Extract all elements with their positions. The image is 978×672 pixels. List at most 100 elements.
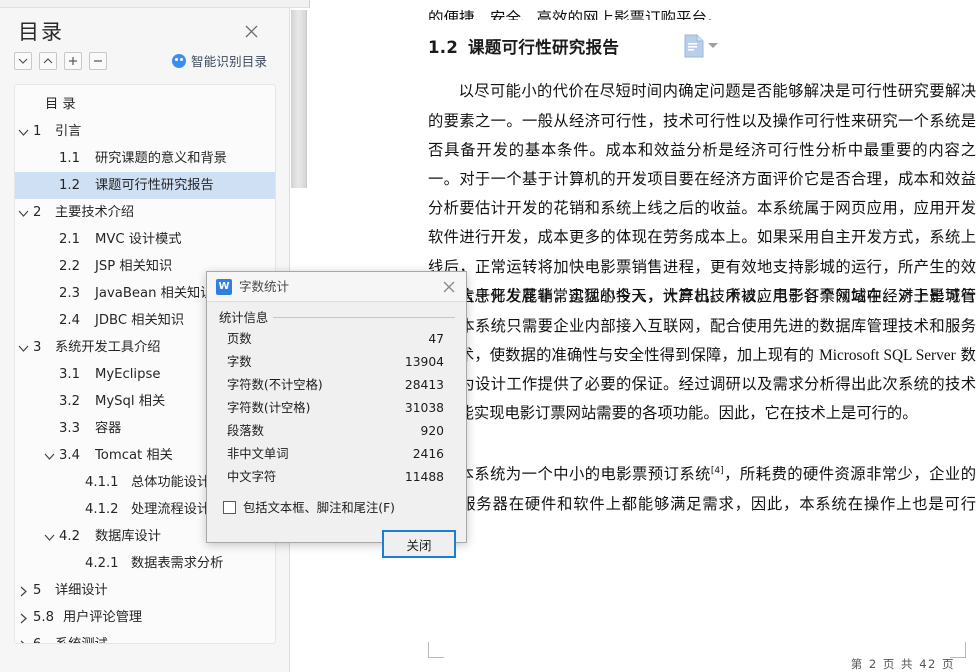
clipped-previous-line: 的便捷、安全、高效的网上影票订购平台。 [428,9,723,20]
collapse-all-button[interactable] [89,52,107,70]
outline-item-label: MVC 设计模式 [95,232,182,247]
statistic-row: 字数 13904 [207,351,466,374]
outline-item-number: 2.3 [59,286,80,301]
chevron-right-icon[interactable] [17,631,31,643]
outline-item-number: 1 [33,124,42,139]
statistic-label: 中文字符 [227,470,277,484]
statistic-label: 字符数(不计空格) [227,378,323,392]
outline-item-number: 3.4 [59,448,80,463]
statistic-label: 字数 [227,355,252,369]
statistic-row: 字符数(不计空格) 28413 [207,374,466,397]
outline-item-label: 处理流程设计 [131,502,211,517]
chevron-down-icon[interactable] [17,334,31,361]
smart-recognize-icon [172,53,186,68]
close-button[interactable]: 关闭 [382,530,456,558]
dialog-title: 字数统计 [239,279,290,294]
page-number-footer: 第 2 页 共 42 页 [850,657,955,671]
chevron-down-icon[interactable] [43,523,57,550]
dialog-body: 统计信息 页数 47 字数 13904 字符数(不计空格) 28413 字符数(计空格) 31… [207,302,466,558]
outline-item[interactable]: 1 引言 [15,118,275,145]
outline-toolbar: 智能识别目录 [0,52,290,80]
collapse-down-button[interactable] [14,52,32,70]
chevron-down-icon[interactable] [17,199,31,226]
outline-item-label: 用户评论管理 [63,610,143,625]
statistic-value: 2416 [412,447,444,461]
smart-toc-label: 智能识别目录 [191,54,268,69]
margin-mark-bottom-left [428,642,444,658]
outline-item[interactable]: 1.2 课题可行性研究报告 [15,172,275,199]
statistic-value: 11488 [404,470,444,484]
statistic-value: 13904 [404,355,444,369]
close-icon[interactable] [242,22,262,42]
outline-item-label: 引言 [55,124,82,139]
outline-item-number: 2.4 [59,313,80,328]
section-heading: 1.2 课题可行性研究报告 [428,34,973,58]
outline-item-number: 5 [33,583,42,598]
checkbox-box[interactable] [223,500,236,514]
outline-item-label: 课题可行性研究报告 [95,178,214,193]
include-textboxes-checkbox[interactable]: 包括文本框、脚注和尾注(F) [223,498,395,516]
dialog-titlebar[interactable]: W 字数统计 [207,272,466,302]
chevron-down-icon [18,58,28,64]
statistic-value: 47 [428,332,444,346]
paragraph-technical-feasibility: 信息化发展非常迅猛的今天，计算机技术被应用于各个领域中。对于影城管理，本系统只需… [428,282,976,428]
outline-item-number: 3.3 [59,421,80,436]
statistic-row: 非中文单词 2416 [207,443,466,466]
close-icon[interactable] [440,278,458,296]
outline-item[interactable]: 目 录 [15,91,275,118]
app-icon-letter: W [218,281,230,292]
minus-icon [94,60,102,62]
outline-title: 目录 [18,20,64,44]
outline-item-number: 4.2.1 [85,556,119,571]
outline-item-label: 研究课题的意义和背景 [95,151,227,166]
outline-item-number: 2.1 [59,232,80,247]
chevron-down-icon[interactable] [43,442,57,469]
heading-text: 课题可行性研究报告 [468,38,620,57]
outline-header: 目录 [0,8,290,50]
chevron-right-icon[interactable] [17,604,31,631]
statistic-row: 中文字符 11488 [207,466,466,489]
outline-item[interactable]: 2 主要技术介绍 [15,199,275,226]
collapse-up-button[interactable] [39,52,57,70]
paragraph-operational-feasibility: 本系统为一个中小的电影票预订系统[4]，所耗费的硬件资源非常少，企业的电脑服务器… [428,457,976,548]
outline-item-number: 4.1.1 [85,475,119,490]
outline-item[interactable]: 4.2.1 数据表需求分析 [15,550,275,577]
outline-item[interactable]: 5.8 用户评论管理 [15,604,275,631]
statistics-list: 页数 47 字数 13904 字符数(不计空格) 28413 字符数(计空格) 31038 段落… [207,328,466,489]
outline-item-number: 4.1.2 [85,502,119,517]
outline-item-label: JavaBean 相关知识 [95,286,214,301]
statistic-label: 字符数(计空格) [227,401,311,415]
outline-item-label: JDBC 相关知识 [95,313,185,328]
statistic-label: 段落数 [227,424,264,438]
statistic-value: 31038 [404,401,444,415]
statistic-row: 段落数 920 [207,420,466,443]
outline-item-label: 主要技术介绍 [55,205,135,220]
word-count-dialog[interactable]: W 字数统计 统计信息 页数 47 字数 13904 字符数(不计空格) 28413 字符数… [206,271,467,558]
footnote-reference: [4] [710,466,724,477]
outline-item[interactable]: 6 系统测试 [15,631,275,643]
outline-item-number: 3.1 [59,367,80,382]
outline-item-label: 目 录 [45,97,76,112]
heading-number: 1.2 [428,38,459,57]
outline-item-number: 1.1 [59,151,80,166]
outline-item[interactable]: 5 详细设计 [15,577,275,604]
outline-item-label: Tomcat 相关 [95,448,173,463]
outline-item-number: 3.2 [59,394,80,409]
chevron-down-icon[interactable] [17,118,31,145]
statistic-value: 920 [420,424,444,438]
outline-item-label: 数据库设计 [95,529,161,544]
outline-item[interactable]: 1.1 研究课题的意义和背景 [15,145,275,172]
outline-item-label: MyEclipse [95,367,161,382]
outline-item-label: 系统测试 [55,631,108,643]
statistic-label: 页数 [227,332,252,346]
outline-item-number: 3 [33,340,42,355]
outline-item-number: 4.2 [59,529,80,544]
smart-toc-button[interactable]: 智能识别目录 [172,51,267,70]
chevron-right-icon[interactable] [17,577,31,604]
outline-scrollbar-thumb[interactable] [291,10,307,188]
outline-item-label: 系统开发工具介绍 [55,340,161,355]
expand-all-button[interactable] [64,52,82,70]
outline-item[interactable]: 2.1 MVC 设计模式 [15,226,275,253]
outline-item-number: 6 [33,631,41,643]
statistic-value: 28413 [404,378,444,392]
